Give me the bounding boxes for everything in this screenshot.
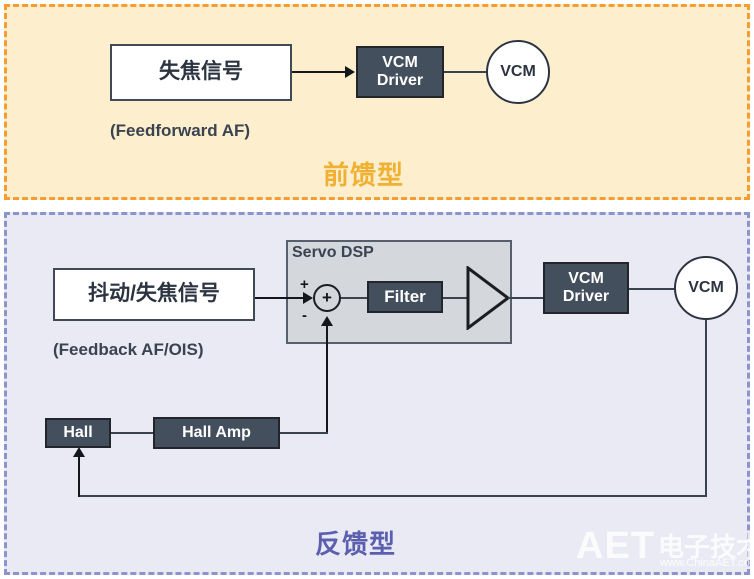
block-hall-sensor: Hall [45, 418, 111, 448]
vcm-driver-fb-line2: Driver [562, 288, 610, 305]
wire-filter-to-amp [443, 297, 468, 299]
diagram-canvas: 失焦信号 (Feedforward AF) VCM Driver VCM 前馈型… [0, 0, 754, 579]
block-filter: Filter [367, 281, 443, 313]
arrowhead-up-to-hall [73, 447, 85, 457]
wire-amp-to-driver [508, 297, 543, 299]
block-hall-amp-label: Hall Amp [182, 423, 251, 441]
arrowhead-signal-to-sum [303, 292, 313, 304]
summing-junction-symbol: + [322, 288, 332, 307]
summing-junction-negative-sign: - [302, 307, 307, 324]
amplifier-triangle-icon [466, 266, 510, 330]
block-defocus-signal-label: 失焦信号 [159, 60, 243, 84]
vcm-driver-fb-line1: VCM [568, 269, 604, 287]
wire-sum-to-filter [341, 297, 367, 299]
summing-junction-positive-sign: + [300, 276, 309, 293]
block-hall-label: Hall [63, 423, 93, 441]
arrowhead-signal-to-driver [345, 66, 355, 78]
wire-hallamp-right [280, 432, 328, 434]
vcm-label-feedback: VCM [688, 279, 724, 296]
block-defocus-signal: 失焦信号 [110, 44, 292, 101]
vcm-driver-line1: VCM [382, 53, 418, 71]
block-hall-amp: Hall Amp [153, 417, 280, 449]
label-servo-dsp: Servo DSP [292, 244, 374, 261]
wire-driver-to-vcm-feedback [629, 288, 674, 290]
block-vcm-driver-feedforward: VCM Driver [356, 46, 444, 98]
caption-feedforward-af: (Feedforward AF) [110, 121, 251, 140]
vcm-label: VCM [500, 63, 536, 80]
block-vcm-feedforward: VCM [486, 40, 550, 104]
wire-hallamp-up [326, 326, 328, 432]
block-filter-label: Filter [384, 287, 426, 307]
caption-feedback-af-ois: (Feedback AF/OIS) [53, 340, 204, 359]
wire-signal-to-driver [292, 71, 345, 73]
block-shake-defocus-signal-label: 抖动/失焦信号 [88, 282, 220, 306]
block-vcm-feedback: VCM [674, 256, 738, 320]
panel-caption-feedback: 反馈型 [315, 529, 397, 559]
summing-junction: + [313, 284, 341, 312]
panel-caption-feedforward: 前馈型 [323, 160, 405, 190]
arrowhead-feedback-to-sum [321, 316, 333, 326]
wire-signal-to-sum [255, 297, 303, 299]
block-shake-defocus-signal: 抖动/失焦信号 [53, 268, 255, 321]
wire-hall-to-amp [111, 432, 153, 434]
wire-feedback-bottom [78, 495, 707, 497]
vcm-driver-line2: Driver [376, 72, 424, 89]
wire-driver-to-vcm [444, 71, 486, 73]
block-vcm-driver-feedback: VCM Driver [543, 262, 629, 314]
wire-up-to-hall [78, 453, 80, 497]
wire-vcm-down [705, 320, 707, 497]
